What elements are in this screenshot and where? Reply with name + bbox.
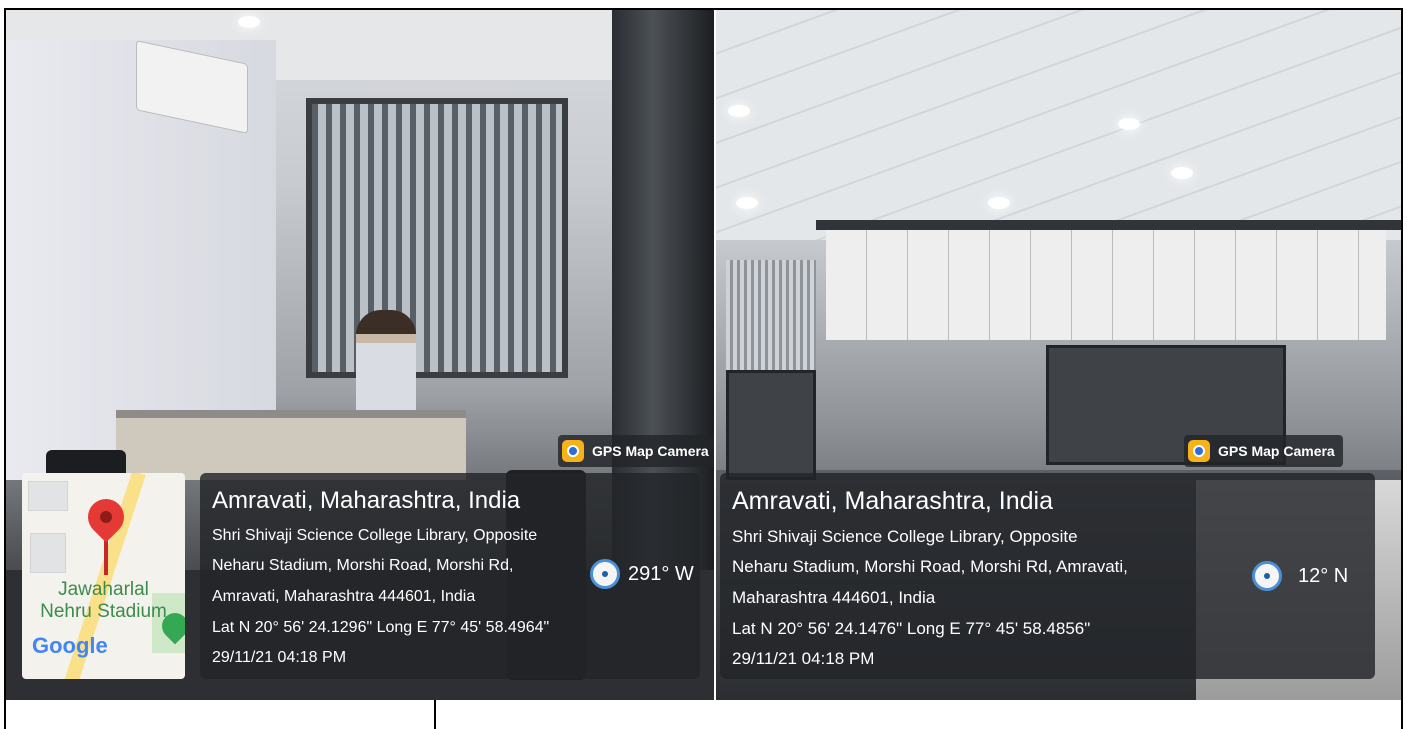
ceiling-light xyxy=(1118,118,1140,130)
badge-label: GPS Map Camera xyxy=(1218,443,1335,459)
ceiling-light xyxy=(728,105,750,117)
compass-heading: 291° W xyxy=(628,563,694,585)
storage-cabinets xyxy=(826,230,1386,340)
coordinates: Lat N 20° 56' 24.1476" Long E 77° 45' 58… xyxy=(732,619,1091,638)
gps-map-camera-icon xyxy=(562,440,584,462)
map-place-label: Jawaharlal xyxy=(58,579,149,600)
compass-icon xyxy=(1252,561,1282,591)
gps-map-camera-badge: GPS Map Camera xyxy=(558,435,714,467)
timestamp: 29/11/21 04:18 PM xyxy=(732,649,875,668)
office-desk xyxy=(116,410,466,480)
gps-map-camera-badge: GPS Map Camera xyxy=(1184,435,1343,467)
ceiling-light xyxy=(238,16,260,28)
address-line: Amravati, Maharashtra 444601, India xyxy=(212,588,476,605)
address-line: Neharu Stadium, Morshi Road, Morshi Rd, … xyxy=(732,557,1128,576)
address-line: Shri Shivaji Science College Library, Op… xyxy=(212,527,538,544)
compass-icon xyxy=(590,559,620,589)
location-overlay: Amravati, Maharashtra, India Shri Shivaj… xyxy=(720,473,1375,679)
cubicle-partition xyxy=(726,370,816,480)
ceiling xyxy=(716,10,1401,240)
person-at-desk xyxy=(356,310,416,420)
table-divider xyxy=(434,700,436,729)
location-title: Amravati, Maharashtra, India xyxy=(732,487,1053,515)
ceiling-light xyxy=(1171,167,1193,179)
map-block xyxy=(30,533,66,573)
address-line: Neharu Stadium, Morshi Road, Morshi Rd, xyxy=(212,557,514,574)
timestamp: 29/11/21 04:18 PM xyxy=(212,649,347,666)
badge-label: GPS Map Camera xyxy=(592,443,709,459)
address-line: Maharashtra 444601, India xyxy=(732,588,936,607)
map-place-label: Nehru Stadium xyxy=(40,601,167,622)
address-line: Shri Shivaji Science College Library, Op… xyxy=(732,527,1078,546)
gps-map-camera-icon xyxy=(1188,440,1210,462)
location-title: Amravati, Maharashtra, India xyxy=(212,487,521,514)
location-overlay: Amravati, Maharashtra, India Shri Shivaj… xyxy=(200,473,700,679)
ceiling-light xyxy=(736,197,758,209)
window-blinds xyxy=(306,98,568,378)
compass-heading: 12° N xyxy=(1298,565,1349,587)
map-thumbnail: Jawaharlal Nehru Stadium Google xyxy=(22,473,185,679)
map-block xyxy=(28,481,68,511)
google-logo: Google xyxy=(32,633,108,658)
window-blinds xyxy=(726,260,816,380)
coordinates: Lat N 20° 56' 24.1296" Long E 77° 45' 58… xyxy=(212,619,550,636)
ceiling-light xyxy=(988,197,1010,209)
ceiling-beam xyxy=(816,220,1401,230)
